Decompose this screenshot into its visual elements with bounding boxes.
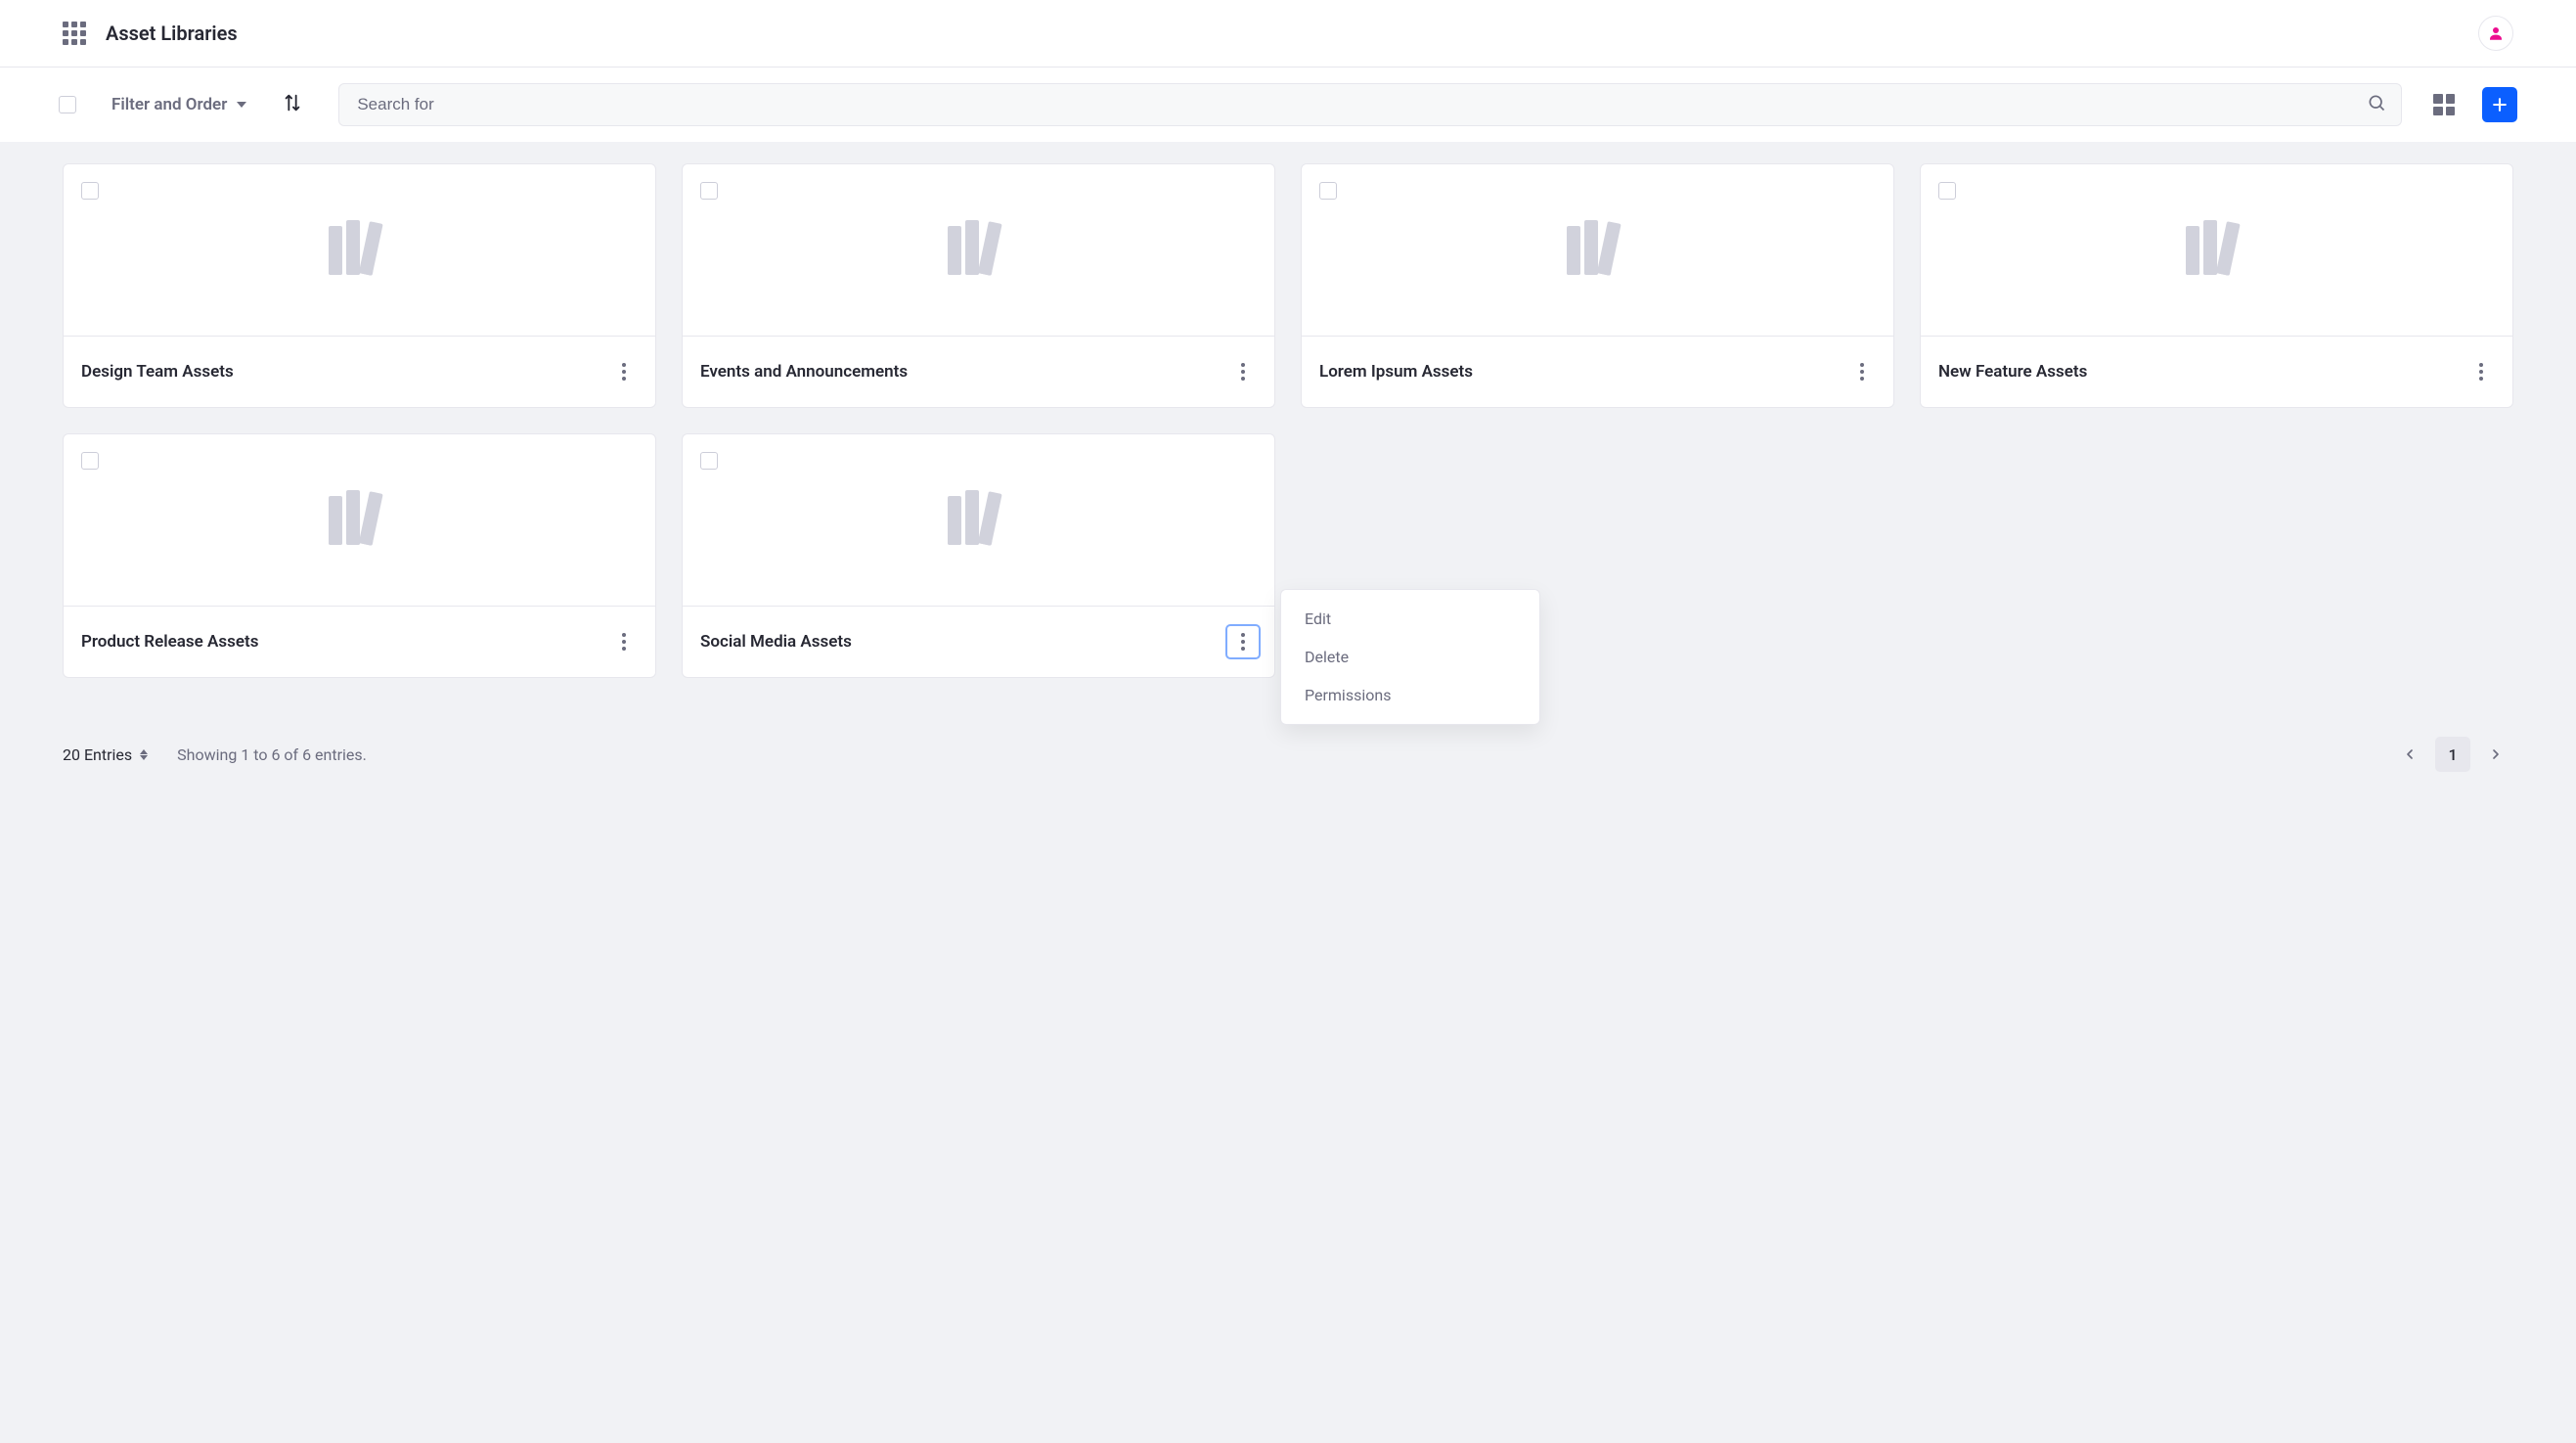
card-preview xyxy=(1921,164,2512,337)
card-footer: Product Release Assets xyxy=(64,607,655,677)
library-card[interactable]: Events and Announcements xyxy=(682,163,1275,408)
context-menu: EditDeletePermissions xyxy=(1280,589,1540,725)
context-menu-item[interactable]: Permissions xyxy=(1281,676,1539,714)
card-footer: Lorem Ipsum Assets xyxy=(1302,337,1893,407)
card-actions-button[interactable] xyxy=(1225,354,1261,389)
header-left: Asset Libraries xyxy=(63,22,238,45)
select-all-checkbox[interactable] xyxy=(59,96,76,113)
card-title: Lorem Ipsum Assets xyxy=(1319,362,1473,382)
search-icon[interactable] xyxy=(2367,93,2386,116)
entries-sort-icon xyxy=(140,749,148,760)
current-page[interactable]: 1 xyxy=(2435,737,2470,772)
user-icon xyxy=(2487,24,2505,42)
pagination-right: 1 xyxy=(2392,737,2513,772)
card-grid: Design Team Assets Events and Announceme… xyxy=(63,163,2513,678)
library-books-icon xyxy=(944,220,1014,281)
card-checkbox[interactable] xyxy=(700,452,718,470)
user-avatar[interactable] xyxy=(2478,16,2513,51)
context-menu-item[interactable]: Edit xyxy=(1281,600,1539,638)
plus-icon xyxy=(2490,95,2509,114)
library-books-icon xyxy=(325,220,395,281)
chevron-right-icon xyxy=(2488,746,2504,762)
entries-label: 20 Entries xyxy=(63,745,132,764)
card-footer: New Feature Assets xyxy=(1921,337,2512,407)
card-checkbox[interactable] xyxy=(81,452,99,470)
kebab-icon xyxy=(2479,363,2483,381)
prev-page-button[interactable] xyxy=(2392,737,2427,772)
library-card[interactable]: New Feature Assets xyxy=(1920,163,2513,408)
top-header: Asset Libraries xyxy=(0,0,2576,67)
showing-text: Showing 1 to 6 of 6 entries. xyxy=(177,745,367,764)
library-card[interactable]: Design Team Assets xyxy=(63,163,656,408)
card-actions-button[interactable] xyxy=(1844,354,1880,389)
card-actions-button[interactable] xyxy=(606,354,642,389)
entries-per-page-select[interactable]: 20 Entries xyxy=(63,745,148,764)
card-title: Events and Announcements xyxy=(700,362,908,382)
library-books-icon xyxy=(325,490,395,551)
card-preview xyxy=(1302,164,1893,337)
card-actions-button[interactable] xyxy=(606,624,642,659)
context-menu-item[interactable]: Delete xyxy=(1281,638,1539,676)
filter-order-dropdown[interactable]: Filter and Order xyxy=(111,95,246,114)
card-checkbox[interactable] xyxy=(1938,182,1956,200)
card-preview xyxy=(683,434,1274,607)
next-page-button[interactable] xyxy=(2478,737,2513,772)
kebab-icon xyxy=(1241,633,1245,651)
pagination-left: 20 Entries Showing 1 to 6 of 6 entries. xyxy=(63,745,367,764)
grid-view-button[interactable] xyxy=(2433,94,2455,115)
card-checkbox[interactable] xyxy=(1319,182,1337,200)
toolbar: Filter and Order xyxy=(0,68,2576,142)
card-title: Product Release Assets xyxy=(81,632,258,652)
library-card[interactable]: Social Media Assets EditDeletePermission… xyxy=(682,433,1275,678)
caret-down-icon xyxy=(237,102,246,108)
library-books-icon xyxy=(944,490,1014,551)
card-footer: Events and Announcements xyxy=(683,337,1274,407)
kebab-icon xyxy=(622,363,626,381)
filter-order-label: Filter and Order xyxy=(111,95,227,114)
library-card[interactable]: Lorem Ipsum Assets xyxy=(1301,163,1894,408)
card-footer: Design Team Assets xyxy=(64,337,655,407)
library-books-icon xyxy=(1563,220,1633,281)
kebab-icon xyxy=(622,633,626,651)
card-actions-button[interactable] xyxy=(1225,624,1261,659)
card-title: Design Team Assets xyxy=(81,362,234,382)
card-title: New Feature Assets xyxy=(1938,362,2087,382)
card-footer: Social Media Assets xyxy=(683,607,1274,677)
card-preview xyxy=(64,434,655,607)
chevron-left-icon xyxy=(2402,746,2418,762)
sort-direction-button[interactable] xyxy=(282,92,303,117)
kebab-icon xyxy=(1860,363,1864,381)
apps-grid-icon[interactable] xyxy=(63,22,86,45)
card-checkbox[interactable] xyxy=(700,182,718,200)
add-button[interactable] xyxy=(2482,87,2517,122)
page-title: Asset Libraries xyxy=(106,22,238,45)
kebab-icon xyxy=(1241,363,1245,381)
main-content: Design Team Assets Events and Announceme… xyxy=(0,142,2576,1443)
card-title: Social Media Assets xyxy=(700,632,852,652)
card-preview xyxy=(64,164,655,337)
search-container xyxy=(338,83,2402,126)
pagination-bar: 20 Entries Showing 1 to 6 of 6 entries. … xyxy=(63,737,2513,772)
search-input[interactable] xyxy=(338,83,2402,126)
card-actions-button[interactable] xyxy=(2464,354,2499,389)
card-checkbox[interactable] xyxy=(81,182,99,200)
card-preview xyxy=(683,164,1274,337)
library-card[interactable]: Product Release Assets xyxy=(63,433,656,678)
library-books-icon xyxy=(2182,220,2252,281)
